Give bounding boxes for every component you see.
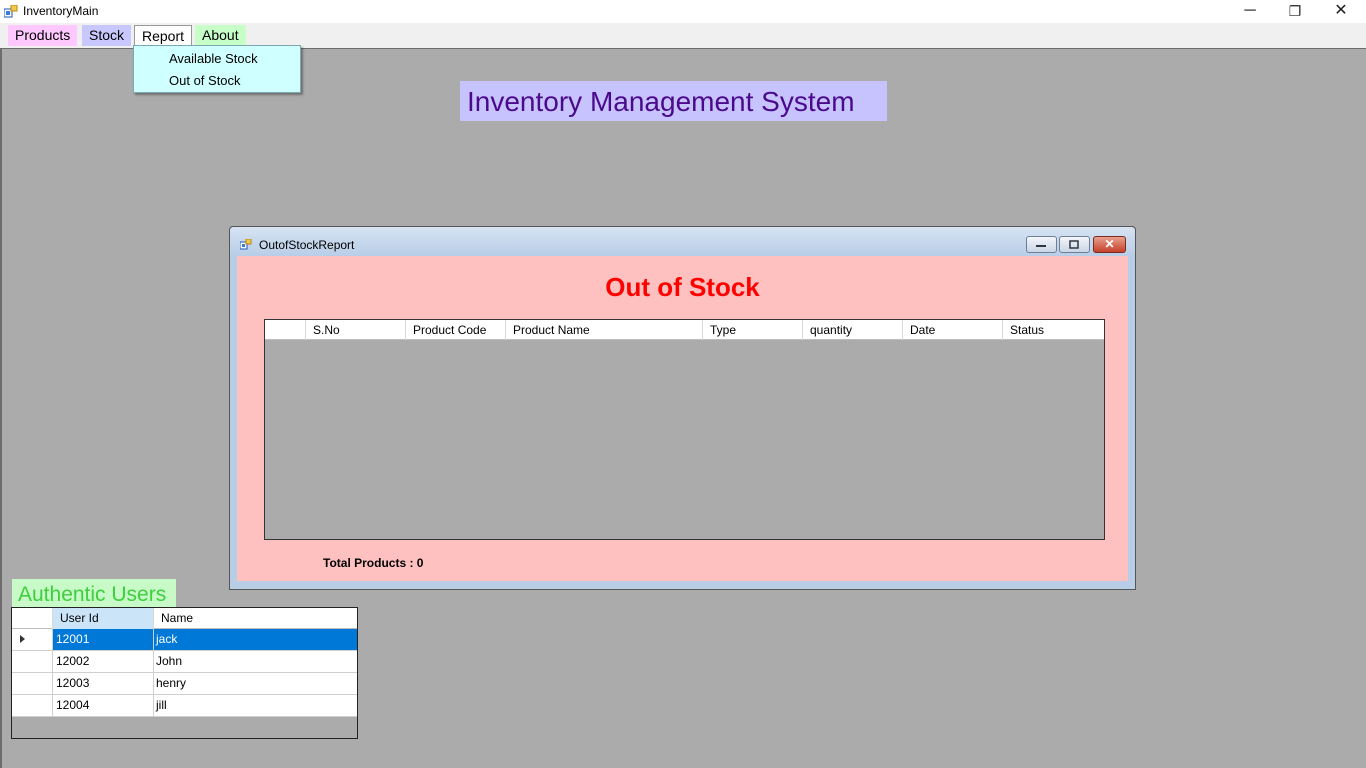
- report-heading: Out of Stock: [605, 272, 760, 302]
- authentic-users-title: Authentic Users: [12, 579, 176, 608]
- grid-row-header-corner: [265, 320, 306, 340]
- report-dropdown-menu: Available Stock Out of Stock: [133, 45, 301, 93]
- column-product-code[interactable]: Product Code: [406, 320, 506, 340]
- page-title: Inventory Management System: [460, 81, 887, 121]
- table-row[interactable]: 12002 John: [12, 651, 357, 673]
- minimize-icon: [1036, 245, 1046, 247]
- report-window-title: OutofStockReport: [259, 238, 355, 252]
- users-grid-corner: [12, 608, 53, 629]
- user-id-cell[interactable]: 12001: [53, 629, 154, 650]
- total-products: Total Products : 0: [323, 556, 424, 570]
- menu-item-available-stock[interactable]: Available Stock: [169, 51, 258, 66]
- window-titlebar: InventoryMain ─ ❐ ✕: [0, 0, 1366, 23]
- users-grid-header: User Id Name: [12, 608, 357, 629]
- minimize-button[interactable]: ─: [1227, 0, 1273, 22]
- report-window-icon: [240, 239, 252, 250]
- user-name-cell[interactable]: John: [154, 651, 357, 672]
- report-window-body: Out of Stock S.No Product Code Product N…: [237, 256, 1128, 581]
- users-grid[interactable]: User Id Name 12001 jack 12002 John 12003…: [11, 607, 358, 739]
- menu-stock[interactable]: Stock: [82, 25, 132, 46]
- report-maximize-button[interactable]: [1059, 236, 1090, 253]
- column-user-id[interactable]: User Id: [53, 608, 154, 629]
- report-window-caption: OutofStockReport ✕: [230, 227, 1135, 257]
- table-row[interactable]: 12003 henry: [12, 673, 357, 695]
- column-quantity[interactable]: quantity: [803, 320, 903, 340]
- current-row-arrow-icon: [20, 635, 25, 643]
- column-name[interactable]: Name: [154, 608, 357, 629]
- menu-report[interactable]: Report: [134, 25, 193, 46]
- table-row[interactable]: 12001 jack: [12, 629, 357, 651]
- column-product-name[interactable]: Product Name: [506, 320, 703, 340]
- window-title: InventoryMain: [23, 4, 99, 18]
- out-of-stock-grid[interactable]: S.No Product Code Product Name Type quan…: [264, 319, 1105, 540]
- app-icon: [4, 5, 18, 18]
- user-name-cell[interactable]: henry: [154, 673, 357, 694]
- user-id-cell[interactable]: 12002: [53, 651, 154, 672]
- close-button[interactable]: ✕: [1318, 0, 1364, 22]
- maximize-icon: [1069, 240, 1079, 249]
- row-header[interactable]: [12, 651, 53, 672]
- user-id-cell[interactable]: 12003: [53, 673, 154, 694]
- out-of-stock-report-window: OutofStockReport ✕ Out of Stock S.No Pro…: [229, 226, 1136, 590]
- grid-header: S.No Product Code Product Name Type quan…: [265, 320, 1104, 340]
- report-close-button[interactable]: ✕: [1093, 236, 1126, 253]
- restore-button[interactable]: ❐: [1272, 0, 1318, 22]
- menu-about[interactable]: About: [195, 25, 246, 46]
- column-status[interactable]: Status: [1003, 320, 1104, 340]
- column-sno[interactable]: S.No: [306, 320, 406, 340]
- row-header[interactable]: [12, 629, 53, 650]
- user-id-cell[interactable]: 12004: [53, 695, 154, 716]
- menu-products[interactable]: Products: [8, 25, 78, 46]
- column-type[interactable]: Type: [703, 320, 803, 340]
- column-date[interactable]: Date: [903, 320, 1003, 340]
- row-header[interactable]: [12, 673, 53, 694]
- menu-item-out-of-stock[interactable]: Out of Stock: [169, 73, 241, 88]
- table-row[interactable]: 12004 jill: [12, 695, 357, 717]
- user-name-cell[interactable]: jill: [154, 695, 357, 716]
- row-header[interactable]: [12, 695, 53, 716]
- user-name-cell[interactable]: jack: [154, 629, 357, 650]
- report-minimize-button[interactable]: [1026, 236, 1057, 253]
